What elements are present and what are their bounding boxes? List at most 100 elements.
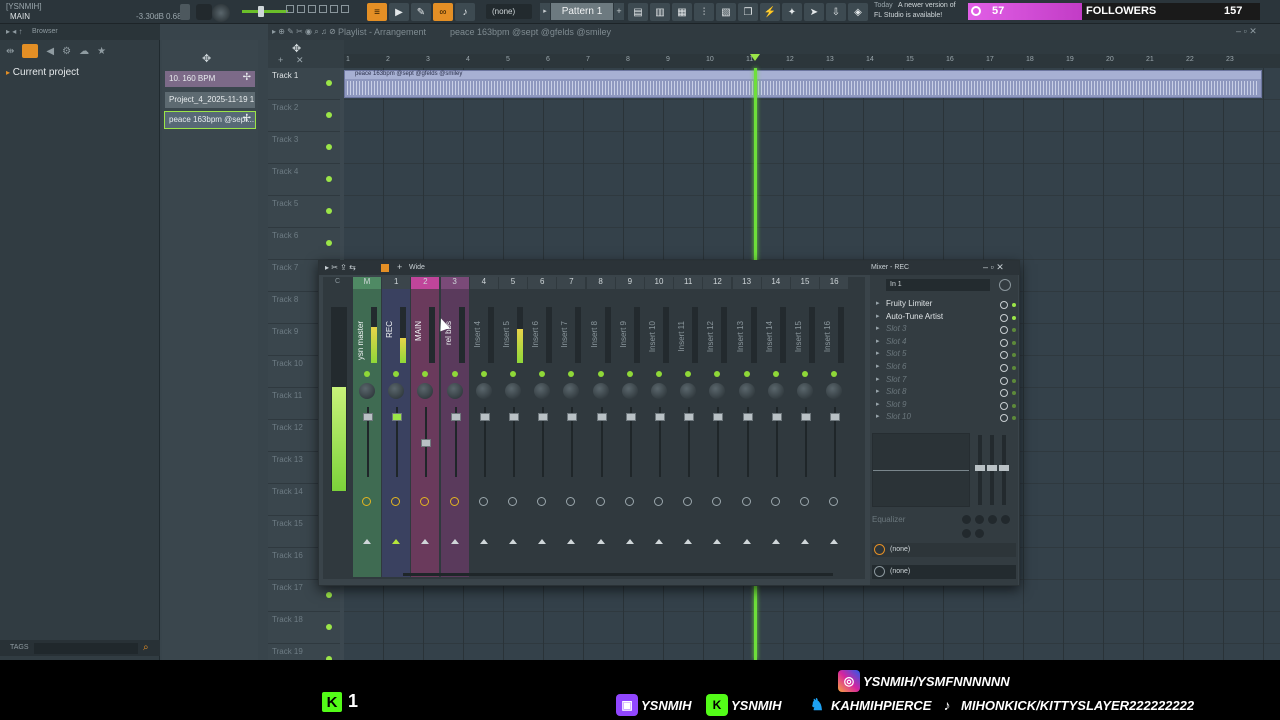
playlist-menu-icon[interactable]: ▸ ⊕ ✎ ✂ ◉ ⌕ ♫ ⊘ bbox=[272, 27, 336, 37]
mute-led[interactable] bbox=[393, 371, 400, 377]
fx-toggle-icon[interactable] bbox=[420, 497, 430, 506]
mixer-track-number[interactable]: 14 bbox=[761, 277, 790, 289]
wizard-icon[interactable]: ➤ bbox=[804, 3, 824, 21]
fx-toggle-icon[interactable] bbox=[800, 497, 809, 506]
plugin-picker-icon[interactable]: ⚡ bbox=[760, 3, 780, 21]
loop-record-icon[interactable]: ∞ bbox=[433, 3, 453, 21]
add-pattern-icon[interactable]: + bbox=[614, 3, 624, 20]
slot-mix-led[interactable] bbox=[1012, 340, 1016, 345]
slot-enable-icon[interactable] bbox=[1000, 376, 1008, 385]
playlist-icon[interactable]: ▤ bbox=[628, 3, 648, 21]
slot-mix-led[interactable] bbox=[1012, 403, 1016, 408]
mixer-track[interactable]: 9 Insert 9 bbox=[615, 277, 644, 577]
track-header[interactable]: Track 1 bbox=[268, 68, 340, 100]
track-mute-led[interactable] bbox=[326, 592, 332, 598]
mute-led[interactable] bbox=[510, 371, 516, 377]
mute-led[interactable] bbox=[714, 371, 721, 377]
volume-fader[interactable] bbox=[479, 413, 490, 421]
mixer-track-number[interactable]: 7 bbox=[557, 277, 586, 289]
pan-knob[interactable] bbox=[505, 383, 521, 399]
send-arrow-icon[interactable] bbox=[830, 539, 839, 544]
effect-slot[interactable]: ▸ Slot 3 bbox=[874, 324, 1016, 337]
mixer-track-number[interactable]: 1 bbox=[382, 277, 411, 289]
fx-toggle-icon[interactable] bbox=[362, 497, 371, 506]
pattern-item-selected[interactable]: peace 163bpm @sept... ✢ bbox=[164, 111, 256, 129]
tool-icon[interactable] bbox=[297, 5, 305, 13]
track-header[interactable]: Track 6 bbox=[268, 228, 340, 260]
send-arrow-icon[interactable] bbox=[596, 539, 605, 544]
browser-root-item[interactable]: ▸ Current project bbox=[6, 67, 79, 78]
send-arrow-icon[interactable] bbox=[801, 539, 809, 544]
volume-fader[interactable] bbox=[830, 413, 841, 421]
fx-toggle-icon[interactable] bbox=[683, 497, 693, 506]
eq-knob[interactable] bbox=[962, 529, 971, 538]
send-arrow-icon[interactable] bbox=[625, 539, 634, 544]
tags-search-input[interactable] bbox=[34, 643, 138, 654]
eq-band-handle[interactable] bbox=[987, 465, 997, 471]
volume-fader[interactable] bbox=[538, 413, 549, 421]
cloud-icon[interactable]: ☁ bbox=[79, 46, 89, 57]
overview-strip[interactable] bbox=[344, 40, 1280, 54]
fx-toggle-icon[interactable] bbox=[391, 497, 401, 506]
volume-fader[interactable] bbox=[684, 413, 695, 421]
add-track-icon[interactable]: + bbox=[278, 55, 283, 65]
mixer-track-number[interactable]: 2 bbox=[411, 277, 440, 289]
eq-knob[interactable] bbox=[975, 529, 984, 538]
send-arrow-icon[interactable] bbox=[479, 539, 488, 544]
volume-fader[interactable] bbox=[742, 413, 753, 421]
mixer-track[interactable]: 12 Insert 12 bbox=[703, 277, 732, 577]
mute-led[interactable] bbox=[568, 371, 575, 377]
window-controls-icon[interactable]: – ▫ ✕ bbox=[1236, 26, 1257, 37]
mixer-track-number[interactable]: 11 bbox=[674, 277, 703, 289]
pan-knob[interactable] bbox=[621, 383, 638, 399]
audio-clip[interactable]: peace 163bpm @sept @gfelds @smiley bbox=[344, 70, 1262, 98]
mixer-track-number[interactable]: 13 bbox=[732, 277, 761, 289]
slot-mix-led[interactable] bbox=[1012, 378, 1016, 383]
mute-led[interactable] bbox=[831, 371, 838, 377]
record-icon[interactable]: ✎ bbox=[411, 3, 431, 21]
fx-toggle-icon[interactable] bbox=[595, 497, 605, 506]
news-line-1[interactable]: A newer version of bbox=[898, 2, 956, 9]
slot-enable-icon[interactable] bbox=[1000, 313, 1008, 322]
pattern-selector[interactable]: Pattern 1 bbox=[551, 3, 613, 20]
pan-knob[interactable] bbox=[563, 383, 580, 399]
metronome-icon[interactable]: ♪ bbox=[455, 3, 475, 21]
mixer-track[interactable]: 14 Insert 14 bbox=[761, 277, 790, 577]
mute-led[interactable] bbox=[802, 371, 808, 377]
play-icon[interactable]: ▶ bbox=[389, 3, 409, 21]
track-mute-led[interactable] bbox=[326, 80, 332, 86]
mixer-track-number[interactable]: 15 bbox=[791, 277, 819, 289]
snap-select[interactable]: (none) bbox=[486, 4, 532, 19]
effect-slot[interactable]: ▸ Slot 8 bbox=[874, 387, 1016, 400]
volume-fader[interactable] bbox=[509, 413, 519, 421]
output-slot-1[interactable]: (none) bbox=[872, 543, 1016, 557]
volume-fader[interactable] bbox=[450, 413, 461, 421]
fx-toggle-icon[interactable] bbox=[712, 497, 722, 506]
browser-menu-icon[interactable]: ▸ ◂ ↑ bbox=[6, 27, 22, 36]
track-header[interactable]: Track 2 bbox=[268, 100, 340, 132]
volume-fader[interactable] bbox=[771, 413, 782, 421]
mute-led[interactable] bbox=[772, 371, 779, 377]
arrangement-name[interactable]: peace 163bpm @sept @gfelds @smiley bbox=[450, 27, 611, 37]
mixer-track[interactable]: 1 REC bbox=[382, 277, 411, 577]
tool-icon[interactable] bbox=[308, 5, 316, 13]
send-arrow-icon[interactable] bbox=[655, 539, 663, 544]
mixer-track[interactable]: 15 Insert 15 bbox=[791, 277, 819, 577]
pan-knob[interactable] bbox=[680, 383, 697, 399]
touch-keyboard-icon[interactable]: ✦ bbox=[782, 3, 802, 21]
volume-fader[interactable] bbox=[363, 413, 373, 421]
playhead-marker-icon[interactable] bbox=[750, 54, 760, 61]
mixer-track-number[interactable]: 10 bbox=[645, 277, 673, 289]
fx-toggle-icon[interactable] bbox=[624, 497, 634, 506]
mute-led[interactable] bbox=[451, 371, 458, 377]
send-arrow-icon[interactable] bbox=[771, 539, 780, 544]
pan-knob[interactable] bbox=[534, 383, 551, 399]
pan-knob[interactable] bbox=[738, 383, 755, 399]
pan-knob[interactable] bbox=[592, 383, 609, 399]
send-arrow-icon[interactable] bbox=[567, 539, 576, 544]
mixer-track[interactable]: 8 Insert 8 bbox=[586, 277, 615, 577]
eq-knob[interactable] bbox=[962, 515, 971, 524]
send-arrow-icon[interactable] bbox=[509, 539, 517, 544]
pan-knob[interactable] bbox=[475, 383, 492, 399]
prev-pattern-icon[interactable]: ▸ bbox=[540, 3, 550, 20]
